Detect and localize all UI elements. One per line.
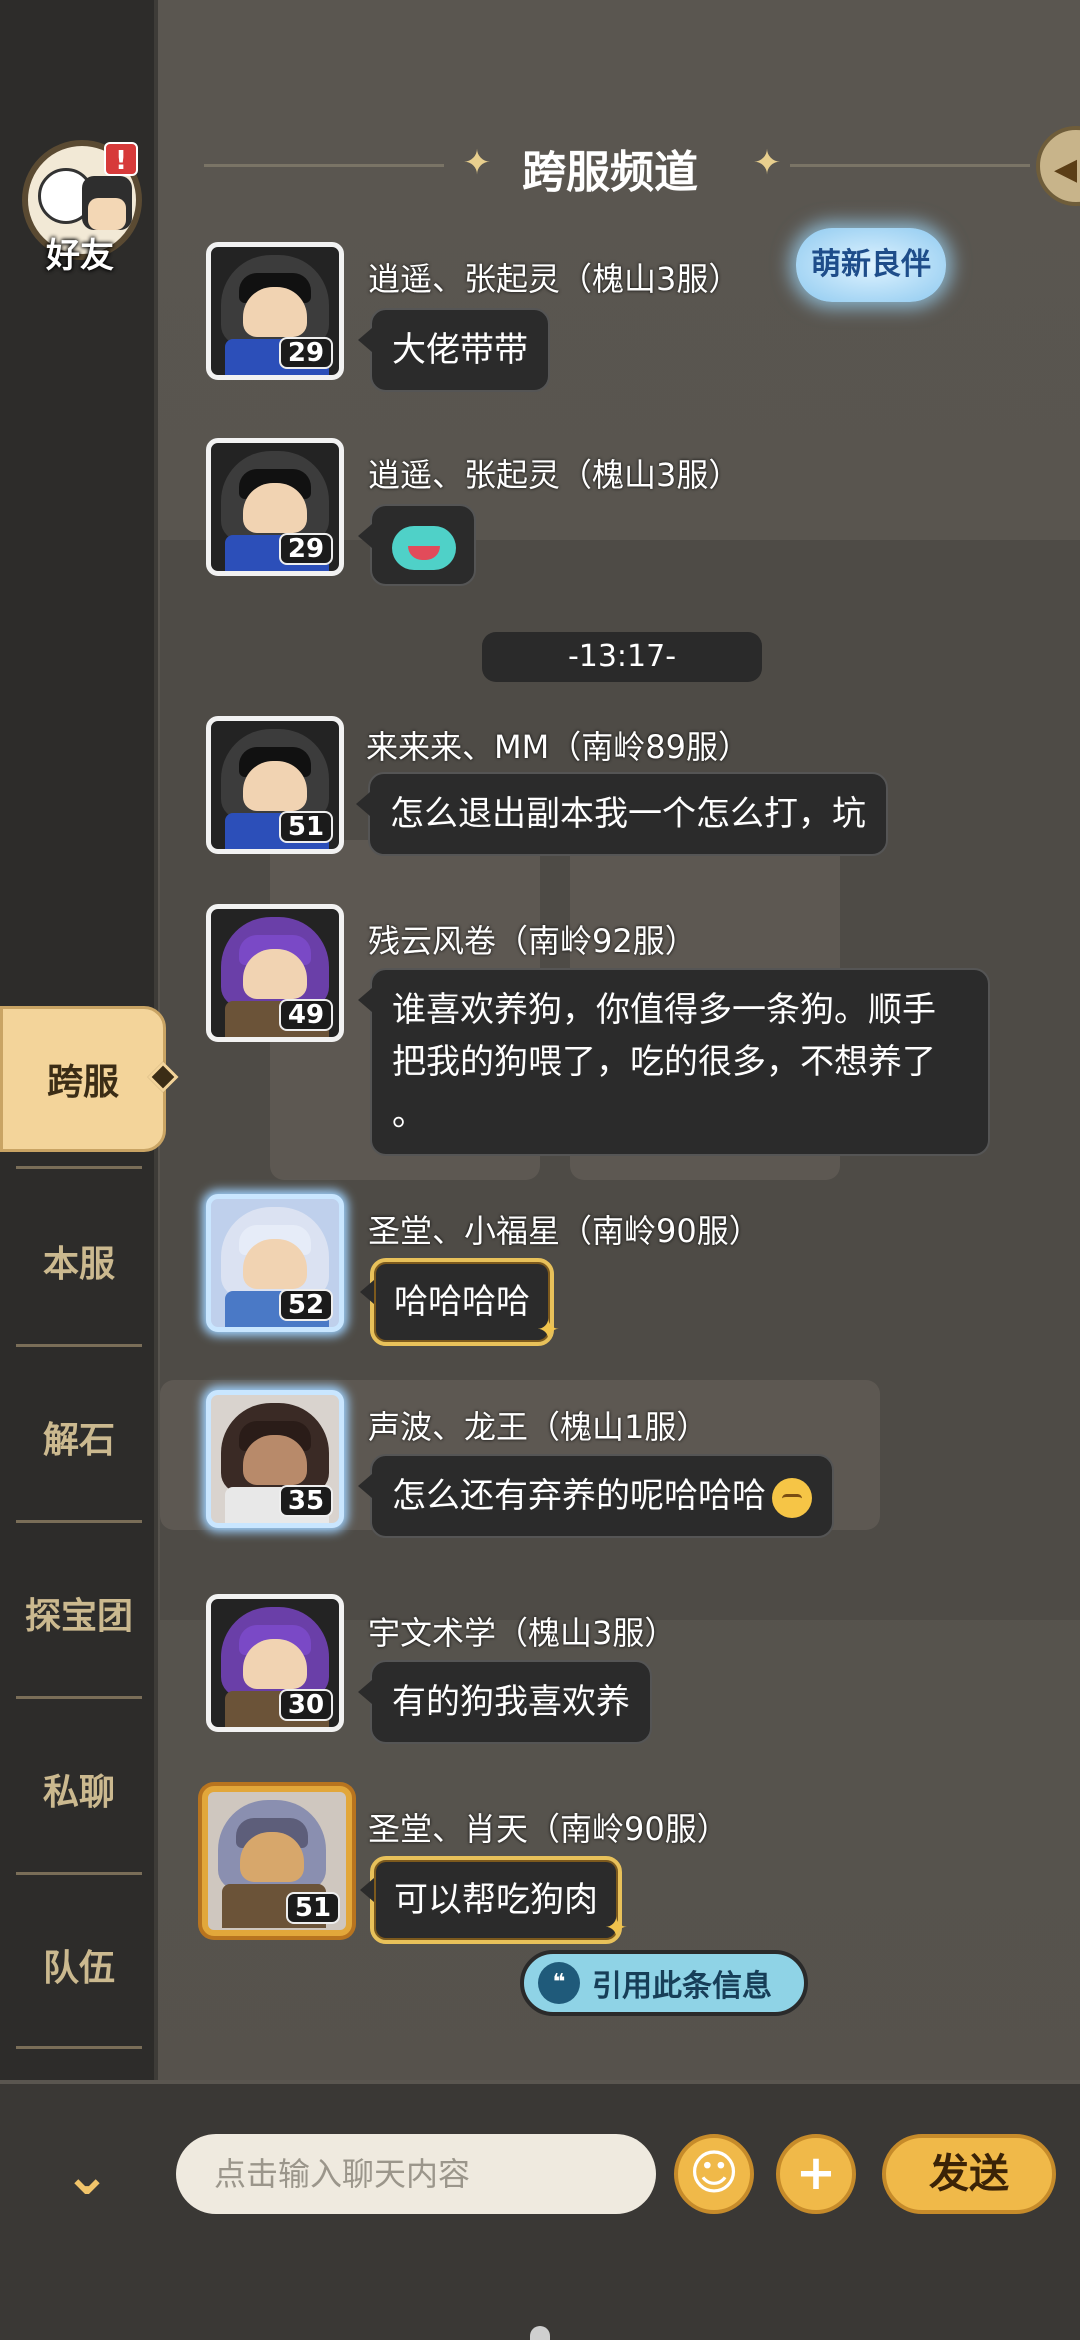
message-text: 怎么还有弃养的呢哈哈哈 [392, 1476, 766, 1516]
divider [16, 1872, 142, 1875]
chat-bubble[interactable] [358, 504, 476, 586]
sender-name[interactable]: 声波、龙王（槐山1服） [368, 1402, 708, 1448]
level-badge: 29 [279, 337, 333, 369]
time-divider: -13:17- [482, 632, 762, 682]
tab-team[interactable]: 队伍 [0, 1890, 158, 2040]
chat-bubble[interactable]: 可以帮吃狗肉 [360, 1856, 628, 1954]
sticker-icon [392, 525, 456, 570]
smirk-emoji-icon [772, 1477, 812, 1518]
level-badge: 29 [279, 533, 333, 565]
divider [16, 1520, 142, 1523]
chat-bubble[interactable]: 怎么还有弃养的呢哈哈哈 [358, 1454, 834, 1538]
tab-private-chat[interactable]: 私聊 [0, 1714, 158, 1864]
home-indicator [530, 2326, 550, 2340]
friend-label[interactable]: 好友 [20, 228, 140, 277]
message-text: 大佬带带 [392, 330, 528, 370]
avatar[interactable]: 35 [206, 1390, 344, 1528]
chat-bubble[interactable]: 谁喜欢养狗，你值得多一条狗。顺手 把我的狗喂了，吃的很多，不想养了 。 [358, 968, 990, 1156]
divider [16, 2046, 142, 2049]
level-badge: 30 [279, 1689, 333, 1721]
quote-message-button[interactable]: ❝ 引用此条信息 [520, 1950, 808, 2016]
chat-bubble[interactable]: 有的狗我喜欢养 [358, 1660, 652, 1744]
level-badge: 51 [286, 1892, 340, 1924]
emoji-button[interactable]: ☺ [674, 2134, 754, 2214]
speech-bubble-icon: ❝ [538, 1962, 580, 2004]
avatar[interactable]: 29 [206, 438, 344, 576]
tab-stone[interactable]: 解石 [0, 1362, 158, 1512]
avatar[interactable]: 51 [206, 716, 344, 854]
level-badge: 35 [279, 1485, 333, 1517]
star-icon: ✦ [752, 143, 782, 183]
arrow-left-icon: ◀ [1054, 152, 1078, 187]
avatar[interactable]: 29 [206, 242, 344, 380]
avatar[interactable]: 49 [206, 904, 344, 1042]
divider [16, 1344, 142, 1347]
tab-local-server[interactable]: 本服 [0, 1186, 158, 1336]
chevron-down-icon[interactable]: ⌄ [52, 2148, 122, 2204]
divider [16, 1166, 142, 1169]
newbie-companion-badge: 萌新良伴 [796, 228, 946, 302]
message-text-line: 谁喜欢养狗，你值得多一条狗。顺手 [392, 990, 936, 1030]
alert-icon: ! [104, 142, 138, 176]
header-divider [790, 164, 1030, 167]
channel-title: 跨服频道 [522, 147, 698, 198]
tab-cross-server[interactable]: 跨服 [0, 1006, 166, 1152]
header-divider [204, 164, 444, 167]
plus-icon: + [795, 2145, 837, 2201]
sender-name[interactable]: 宇文术学（槐山3服） [368, 1608, 676, 1654]
avatar[interactable]: 51 [202, 1786, 352, 1936]
send-button[interactable]: 发送 [882, 2134, 1056, 2214]
chat-bubble[interactable]: 大佬带带 [358, 308, 550, 392]
avatar[interactable]: 30 [206, 1594, 344, 1732]
level-badge: 52 [279, 1289, 333, 1321]
sender-name[interactable]: 逍遥、张起灵（槐山3服） [368, 450, 740, 496]
sender-name[interactable]: 逍遥、张起灵（槐山3服） [368, 254, 740, 300]
chat-bubble[interactable]: 怎么退出副本我一个怎么打，坑 [356, 772, 888, 856]
smiley-icon: ☺ [688, 2145, 740, 2201]
avatar[interactable]: 52 [206, 1194, 344, 1332]
more-button[interactable]: + [776, 2134, 856, 2214]
message-text: 有的狗我喜欢养 [392, 1682, 630, 1722]
tab-treasure-team[interactable]: 探宝团 [0, 1538, 158, 1688]
message-text: 可以帮吃狗肉 [394, 1880, 598, 1920]
sender-name[interactable]: 圣堂、小福星（南岭90服） [368, 1206, 761, 1252]
chat-input[interactable] [176, 2134, 656, 2214]
chat-bubble[interactable]: 哈哈哈哈 [360, 1258, 560, 1356]
sender-name[interactable]: 残云风卷（南岭92服） [368, 916, 697, 962]
level-badge: 49 [279, 999, 333, 1031]
message-text-line: 。 [392, 1094, 426, 1134]
level-badge: 51 [279, 811, 333, 843]
sender-name[interactable]: 圣堂、肖天（南岭90服） [368, 1804, 729, 1850]
message-text: 哈哈哈哈 [394, 1282, 530, 1322]
quote-label: 引用此条信息 [592, 1969, 772, 2004]
message-text: 怎么退出副本我一个怎么打，坑 [390, 794, 866, 834]
sender-name[interactable]: 来来来、MM（南岭89服） [366, 722, 750, 768]
divider [16, 1696, 142, 1699]
message-text-line: 把我的狗喂了，吃的很多，不想养了 [392, 1042, 936, 1082]
